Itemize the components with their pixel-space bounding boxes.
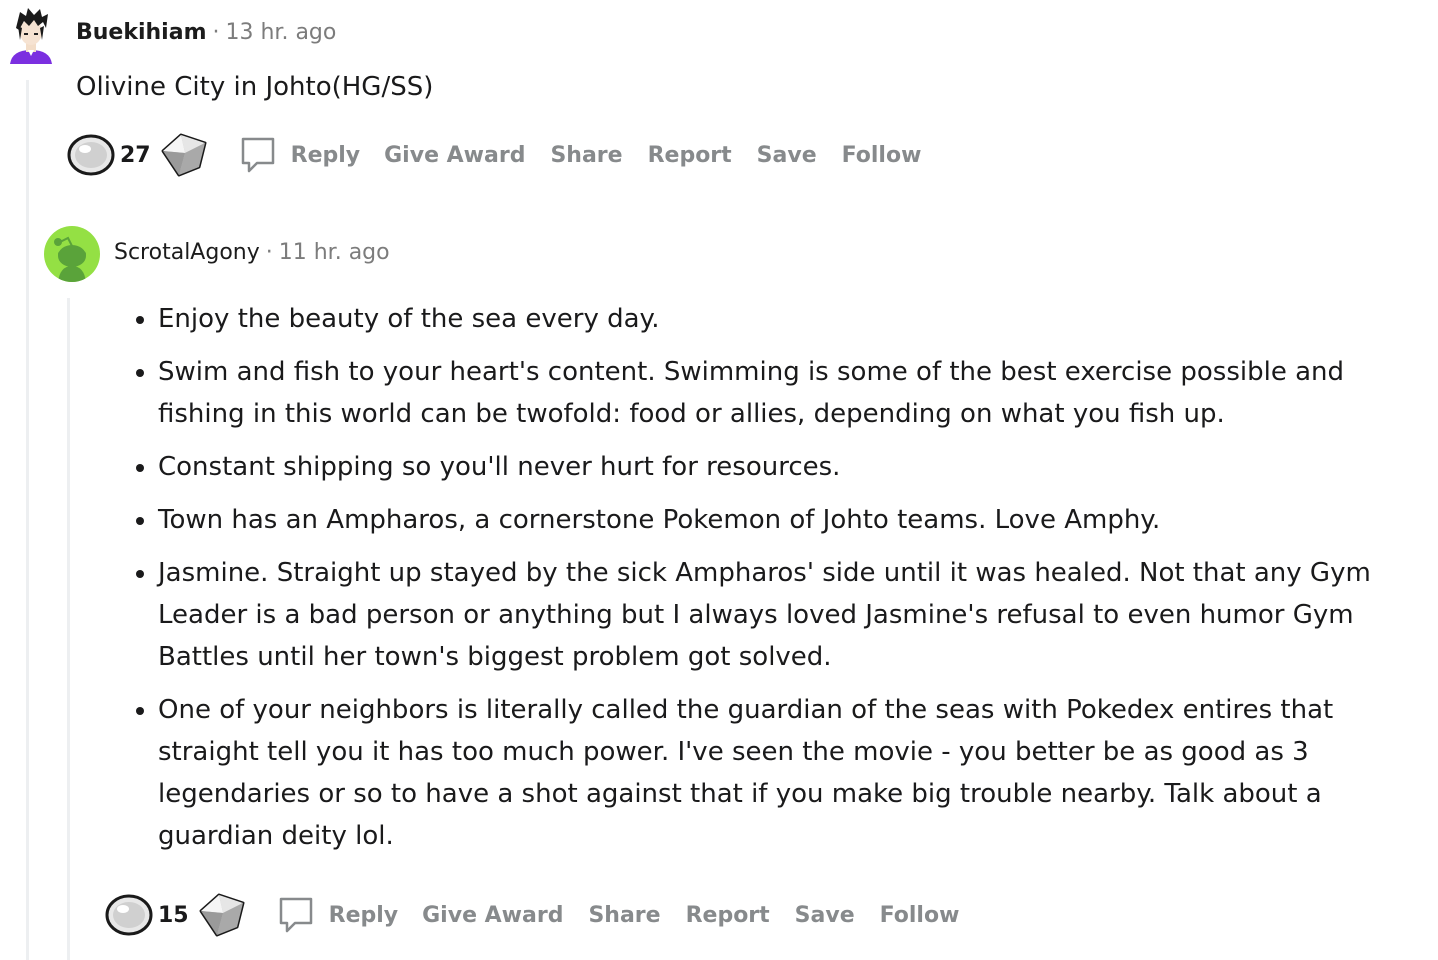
comment-1-meta: · 13 hr. ago (207, 20, 337, 45)
comment-1-body: Olivine City in Johto(HG/SS) (76, 72, 434, 102)
share-button[interactable]: Share (550, 143, 622, 168)
list-item: One of your neighbors is literally calle… (158, 689, 1408, 857)
save-button[interactable]: Save (757, 143, 817, 168)
report-button[interactable]: Report (648, 143, 732, 168)
report-button[interactable]: Report (686, 903, 770, 928)
avatar-scrotalagony[interactable] (44, 226, 100, 282)
share-button[interactable]: Share (588, 903, 660, 928)
list-item: Enjoy the beauty of the sea every day. (158, 298, 1408, 340)
list-item: Jasmine. Straight up stayed by the sick … (158, 552, 1408, 678)
upvote-icon (105, 894, 153, 936)
comment-1-header: Buekihiam · 13 hr. ago (76, 20, 336, 45)
comment-1-timestamp[interactable]: 13 hr. ago (226, 20, 337, 45)
comment-2-author[interactable]: ScrotalAgony (114, 240, 260, 265)
save-button[interactable]: Save (795, 903, 855, 928)
comment-2-timestamp[interactable]: 11 hr. ago (279, 240, 390, 265)
award-diamond-icon (199, 893, 245, 937)
comment-2-score: 15 (158, 902, 189, 928)
comment-bubble-icon (279, 897, 312, 933)
list-item: Swim and fish to your heart's content. S… (158, 351, 1408, 435)
reply-button[interactable]: Reply (239, 135, 361, 175)
comment-1-actions: 27 Reply Give Award Share Report Save Fo… (66, 130, 946, 180)
award-diamond-icon (161, 133, 207, 177)
anime-avatar-icon (10, 8, 52, 64)
follow-button[interactable]: Follow (842, 143, 922, 168)
avatar-buekihiam[interactable] (8, 6, 54, 64)
follow-button[interactable]: Follow (880, 903, 960, 928)
comment-2-actions: 15 Reply Give Award Share Report Save Fo… (104, 890, 984, 940)
award-button-icon[interactable] (159, 133, 209, 177)
upvote-button[interactable] (104, 893, 154, 937)
comment-2-body-list: Enjoy the beauty of the sea every day. S… (118, 298, 1408, 868)
comment-2-meta: · 11 hr. ago (260, 240, 390, 265)
upvote-icon (67, 134, 115, 176)
upvote-button[interactable] (66, 133, 116, 177)
comment-1: Buekihiam · 13 hr. ago Olivine City in Jo… (0, 0, 1438, 200)
reply-label[interactable]: Reply (329, 903, 399, 928)
list-item: Constant shipping so you'll never hurt f… (158, 446, 1408, 488)
reply-button[interactable]: Reply (277, 895, 399, 935)
comment-2-header: ScrotalAgony · 11 hr. ago (114, 240, 390, 265)
comment-1-score: 27 (120, 142, 151, 168)
award-button-icon[interactable] (197, 893, 247, 937)
comment-1-author[interactable]: Buekihiam (76, 20, 207, 45)
list-item: Town has an Ampharos, a cornerstone Poke… (158, 499, 1408, 541)
comment-bubble-icon (241, 137, 274, 173)
give-award-button[interactable]: Give Award (422, 903, 563, 928)
meta-separator: · (265, 240, 273, 265)
snoo-avatar-icon (44, 226, 100, 282)
give-award-button[interactable]: Give Award (384, 143, 525, 168)
reply-label[interactable]: Reply (291, 143, 361, 168)
meta-separator: · (212, 20, 220, 45)
